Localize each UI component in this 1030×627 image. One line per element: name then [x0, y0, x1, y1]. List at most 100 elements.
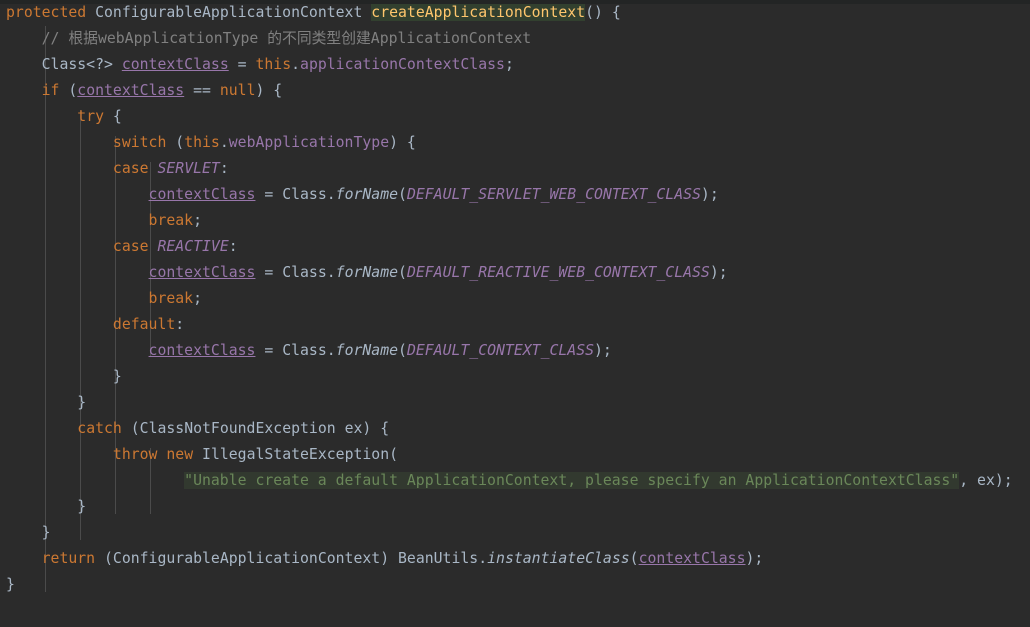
- token-plain: );: [745, 550, 764, 567]
- code-line[interactable]: "Unable create a default ApplicationCont…: [0, 468, 1030, 494]
- code-line[interactable]: break;: [0, 286, 1030, 312]
- token-declname: createApplicationContext: [371, 4, 586, 21]
- token-plain: }: [77, 498, 87, 515]
- code-line[interactable]: if (contextClass == null) {: [0, 78, 1030, 104]
- token-kw: this: [255, 56, 292, 73]
- token-plain: =: [228, 56, 256, 73]
- token-kw: case: [112, 160, 149, 177]
- token-plain: ): [380, 550, 399, 567]
- token-type: ConfigurableApplicationContext: [95, 4, 363, 21]
- token-type: Class: [282, 186, 327, 203]
- token-fieldu: contextClass: [638, 550, 746, 567]
- token-fieldu: contextClass: [121, 56, 229, 73]
- token-type: Class: [282, 264, 327, 281]
- code-line[interactable]: break;: [0, 208, 1030, 234]
- token-plain: =: [255, 264, 283, 281]
- token-fieldu: contextClass: [148, 186, 256, 203]
- code-line[interactable]: case REACTIVE:: [0, 234, 1030, 260]
- token-kw: this: [184, 134, 220, 151]
- token-method: forName: [335, 186, 399, 203]
- token-str: "Unable create a default ApplicationCont…: [184, 472, 960, 489]
- token-kw: case: [112, 238, 149, 255]
- token-plain: }: [6, 576, 15, 593]
- code-line[interactable]: }: [0, 390, 1030, 416]
- token-plain: .: [326, 186, 336, 203]
- token-kw: break: [148, 290, 194, 307]
- token-plain: ) {: [255, 82, 283, 99]
- token-plain: :: [219, 160, 229, 177]
- token-kw: null: [219, 82, 256, 99]
- token-kw: switch: [112, 134, 167, 151]
- token-fieldu: contextClass: [77, 82, 185, 99]
- token-plain: (: [398, 186, 407, 203]
- token-plain: (: [389, 446, 399, 463]
- code-line[interactable]: }: [0, 572, 1030, 598]
- token-type: ConfigurableApplicationContext: [112, 550, 381, 567]
- code-line[interactable]: }: [0, 494, 1030, 520]
- code-editor-viewport[interactable]: protected ConfigurableApplicationContext…: [0, 0, 1030, 627]
- token-plain: ;: [193, 290, 203, 307]
- code-line[interactable]: switch (this.webApplicationType) {: [0, 130, 1030, 156]
- code-line[interactable]: catch (ClassNotFoundException ex) {: [0, 416, 1030, 442]
- token-kw: protected: [6, 4, 87, 21]
- code-line[interactable]: // 根据webApplicationType 的不同类型创建Applicati…: [0, 26, 1030, 52]
- token-kw: new: [166, 446, 194, 463]
- token-plain: );: [594, 342, 612, 359]
- token-plain: }: [41, 524, 51, 541]
- token-plain: ) {: [389, 134, 416, 151]
- token-plain: =: [255, 342, 283, 359]
- token-fieldu: contextClass: [148, 342, 256, 359]
- code-line[interactable]: Class<?> contextClass = this.application…: [0, 52, 1030, 78]
- token-plain: );: [709, 264, 728, 281]
- token-method: forName: [335, 342, 399, 359]
- token-comment: // 根据webApplicationType 的不同类型创建Applicati…: [41, 30, 532, 47]
- token-plain: (: [166, 134, 185, 151]
- token-type: IllegalStateException: [202, 446, 390, 463]
- token-kw: try: [77, 108, 105, 125]
- token-kw: break: [148, 212, 194, 229]
- code-line[interactable]: contextClass = Class.forName(DEFAULT_CON…: [0, 338, 1030, 364]
- code-line[interactable]: throw new IllegalStateException(: [0, 442, 1030, 468]
- code-line[interactable]: return (ConfigurableApplicationContext) …: [0, 546, 1030, 572]
- code-line[interactable]: }: [0, 364, 1030, 390]
- token-plain: (: [121, 420, 140, 437]
- token-plain: .: [326, 342, 336, 359]
- code-line[interactable]: contextClass = Class.forName(DEFAULT_REA…: [0, 260, 1030, 286]
- token-plain: :: [228, 238, 238, 255]
- java-source-code[interactable]: protected ConfigurableApplicationContext…: [0, 0, 1030, 598]
- token-type: Class: [282, 342, 327, 359]
- code-line[interactable]: case SERVLET:: [0, 156, 1030, 182]
- token-const: DEFAULT_SERVLET_WEB_CONTEXT_CLASS: [406, 186, 701, 203]
- token-plain: =: [255, 186, 283, 203]
- code-line[interactable]: default:: [0, 312, 1030, 338]
- token-plain: ==: [184, 82, 220, 99]
- code-line[interactable]: contextClass = Class.forName(DEFAULT_SER…: [0, 182, 1030, 208]
- token-plain: ;: [504, 56, 514, 73]
- token-kw: catch: [77, 420, 122, 437]
- code-line[interactable]: try {: [0, 104, 1030, 130]
- code-line[interactable]: protected ConfigurableApplicationContext…: [0, 0, 1030, 26]
- token-const: DEFAULT_REACTIVE_WEB_CONTEXT_CLASS: [406, 264, 710, 281]
- token-plain: ;: [193, 212, 203, 229]
- token-method: forName: [335, 264, 399, 281]
- token-type: Class<?>: [41, 56, 122, 73]
- code-line[interactable]: }: [0, 520, 1030, 546]
